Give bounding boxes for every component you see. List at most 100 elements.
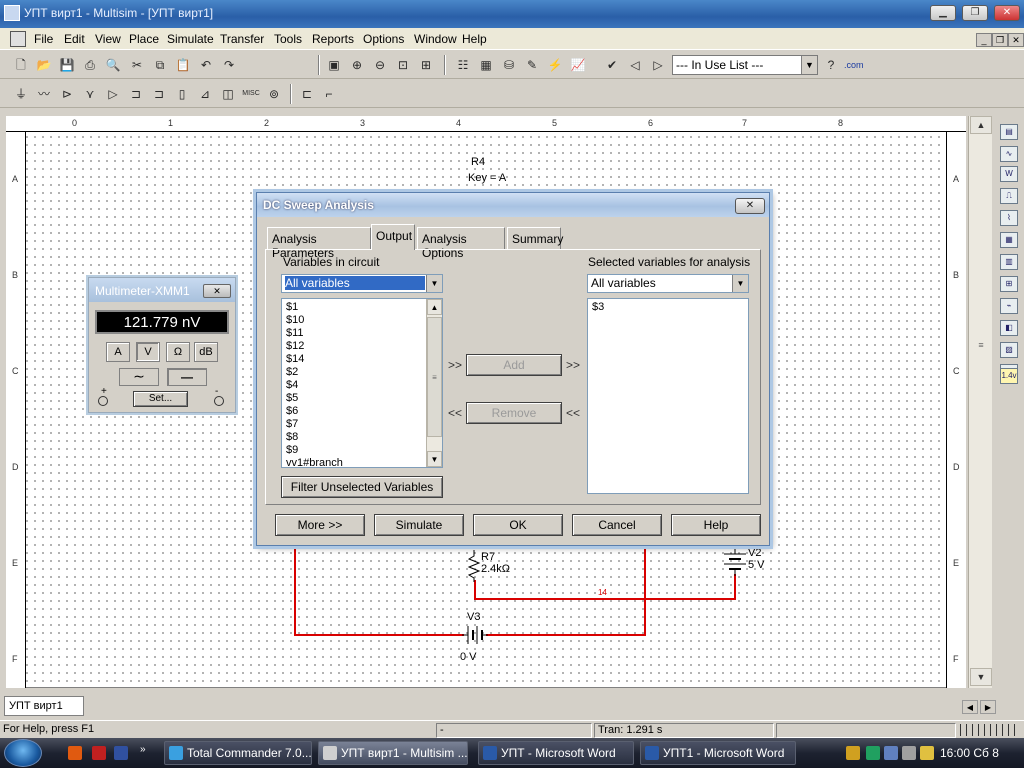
list-item[interactable]: $9 xyxy=(286,444,298,457)
menu-tools[interactable]: Tools xyxy=(274,32,302,46)
iv-analyzer-icon[interactable]: ⌁ xyxy=(1000,298,1018,314)
filter-unselected-variables-button[interactable]: Filter Unselected Variables xyxy=(281,476,443,498)
dc-mode-icon[interactable]: — xyxy=(167,368,207,386)
cancel-button[interactable]: Cancel xyxy=(572,514,662,536)
print-icon[interactable]: ⎙ xyxy=(81,56,99,74)
plus-terminal-icon[interactable] xyxy=(98,396,108,406)
ohmmeter-mode-button[interactable]: Ω xyxy=(166,342,190,362)
multimeter-set-button[interactable]: Set... xyxy=(133,391,188,407)
redo-icon[interactable]: ↷ xyxy=(220,56,238,74)
analog-icon[interactable]: ▷ xyxy=(104,85,122,103)
variables-filter-select[interactable]: All variables ▼ xyxy=(281,274,443,293)
variables-list[interactable]: $1 $10 $11 $12 $14 $2 $4 $5 $6 $7 $8 $9 … xyxy=(281,298,443,469)
tray-volume-icon[interactable] xyxy=(884,746,898,760)
list-item[interactable]: $6 xyxy=(286,405,298,418)
task-word-upt1[interactable]: УПТ1 - Microsoft Word xyxy=(640,741,796,765)
source-icon[interactable]: ⏚ xyxy=(12,85,30,103)
cmos-icon[interactable]: ⊐ xyxy=(150,85,168,103)
list-item[interactable]: $4 xyxy=(286,379,298,392)
scroll-down-icon[interactable]: ▼ xyxy=(970,668,992,686)
tab-analysis-options[interactable]: Analysis Options xyxy=(417,227,505,260)
help-icon[interactable]: ? xyxy=(822,56,840,74)
variables-scrollbar[interactable]: ▲ ≡ ▼ xyxy=(426,299,442,467)
multimeter-icon[interactable]: ▤ xyxy=(1000,124,1018,140)
oscilloscope-icon[interactable]: ⎍ xyxy=(1000,188,1018,204)
in-use-list-select[interactable]: --- In Use List --- ▼ xyxy=(672,55,818,75)
misc-digital-icon[interactable]: ▯ xyxy=(173,85,191,103)
list-item[interactable]: $3 xyxy=(592,301,604,314)
distortion-analyzer-icon[interactable]: ◧ xyxy=(1000,320,1018,336)
clock[interactable]: 16:00 Сб 8 xyxy=(940,746,999,760)
print-preview-icon[interactable]: 🔍 xyxy=(104,56,122,74)
chevron-down-icon[interactable]: ▼ xyxy=(426,275,442,292)
logic-converter-icon[interactable]: ⊞ xyxy=(1000,276,1018,292)
postprocessor-icon[interactable]: ✔ xyxy=(603,56,621,74)
function-generator-icon[interactable]: ∿ xyxy=(1000,146,1018,162)
maximize-button[interactable]: ❐ xyxy=(962,5,988,21)
minimize-button[interactable]: ▁ xyxy=(930,5,956,21)
document-icon[interactable] xyxy=(10,31,26,47)
indicator-icon[interactable]: ◫ xyxy=(219,85,237,103)
transistor-icon[interactable]: ⋎ xyxy=(81,85,99,103)
chevron-down-icon[interactable]: ▼ xyxy=(801,56,817,74)
list-item[interactable]: $8 xyxy=(286,431,298,444)
multisim-app-icon[interactable] xyxy=(4,5,20,21)
list-item[interactable]: $11 xyxy=(286,327,304,340)
grapher-icon[interactable]: 📈 xyxy=(569,56,587,74)
chevron-down-icon[interactable]: ▼ xyxy=(732,275,748,292)
r7-resistor-symbol[interactable] xyxy=(466,550,482,582)
tab-scroll-left-icon[interactable]: ◀ xyxy=(962,700,978,714)
simulate-button[interactable]: Simulate xyxy=(374,514,464,536)
bode-plotter-icon[interactable]: ⌇ xyxy=(1000,210,1018,226)
spreadsheet-icon[interactable]: ▦ xyxy=(477,56,495,74)
mixed-icon[interactable]: ⊿ xyxy=(196,85,214,103)
tray-power-icon[interactable] xyxy=(920,746,934,760)
ttl-icon[interactable]: ⊐ xyxy=(127,85,145,103)
quicklaunch-expand-icon[interactable]: » xyxy=(140,744,146,755)
multimeter-close-icon[interactable]: ✕ xyxy=(203,284,231,298)
zoom-in-icon[interactable]: ⊕ xyxy=(348,56,366,74)
add-button[interactable]: Add xyxy=(466,354,562,376)
ok-button[interactable]: OK xyxy=(473,514,563,536)
hierarchical-block-icon[interactable]: ⊏ xyxy=(298,85,316,103)
tab-output[interactable]: Output xyxy=(371,224,415,250)
diode-icon[interactable]: ⊳ xyxy=(58,85,76,103)
misc-icon[interactable]: MISC xyxy=(242,85,260,103)
selected-filter-select[interactable]: All variables ▼ xyxy=(587,274,749,293)
tab-analysis-parameters[interactable]: Analysis Parameters xyxy=(267,227,371,260)
mdi-restore-button[interactable]: ❐ xyxy=(992,33,1008,47)
firefox-icon[interactable] xyxy=(68,746,82,760)
web-link-icon[interactable]: .com xyxy=(844,56,864,74)
full-screen-icon[interactable]: ▣ xyxy=(325,56,343,74)
task-word-upt[interactable]: УПТ - Microsoft Word xyxy=(478,741,634,765)
v2-battery-symbol[interactable] xyxy=(722,546,748,576)
zoom-out-icon[interactable]: ⊖ xyxy=(371,56,389,74)
list-item[interactable]: $12 xyxy=(286,340,304,353)
dialog-close-button[interactable]: ✕ xyxy=(735,198,765,214)
new-icon[interactable]: 🗋 xyxy=(12,56,30,74)
component-wizard-icon[interactable]: ✎ xyxy=(523,56,541,74)
scroll-down-icon[interactable]: ▼ xyxy=(427,451,442,467)
word-generator-icon[interactable]: ▦ xyxy=(1000,232,1018,248)
zoom-fit-icon[interactable]: ⊞ xyxy=(417,56,435,74)
start-button[interactable] xyxy=(4,739,42,767)
menu-help[interactable]: Help xyxy=(462,32,487,46)
tray-network-icon[interactable] xyxy=(866,746,880,760)
more-button[interactable]: More >> xyxy=(275,514,365,536)
tray-device-icon[interactable] xyxy=(902,746,916,760)
simulate-icon[interactable]: ⚡ xyxy=(546,56,564,74)
document-tab[interactable]: УПТ вирт1 xyxy=(4,696,84,716)
ac-mode-icon[interactable]: ∼ xyxy=(119,368,159,386)
v3-battery-symbol[interactable] xyxy=(462,624,488,646)
scroll-up-icon[interactable]: ▲ xyxy=(427,299,442,315)
list-item[interactable]: $10 xyxy=(286,314,304,327)
close-button[interactable]: ✕ xyxy=(994,5,1020,21)
menu-window[interactable]: Window xyxy=(414,32,457,46)
selected-variables-list[interactable]: $3 xyxy=(587,298,749,494)
back-annotate-icon[interactable]: ◁ xyxy=(626,56,644,74)
list-item[interactable]: $5 xyxy=(286,392,298,405)
list-item[interactable]: $2 xyxy=(286,366,298,379)
help-button[interactable]: Help xyxy=(671,514,761,536)
menu-reports[interactable]: Reports xyxy=(312,32,354,46)
scroll-thumb[interactable]: ≡ xyxy=(427,317,442,437)
